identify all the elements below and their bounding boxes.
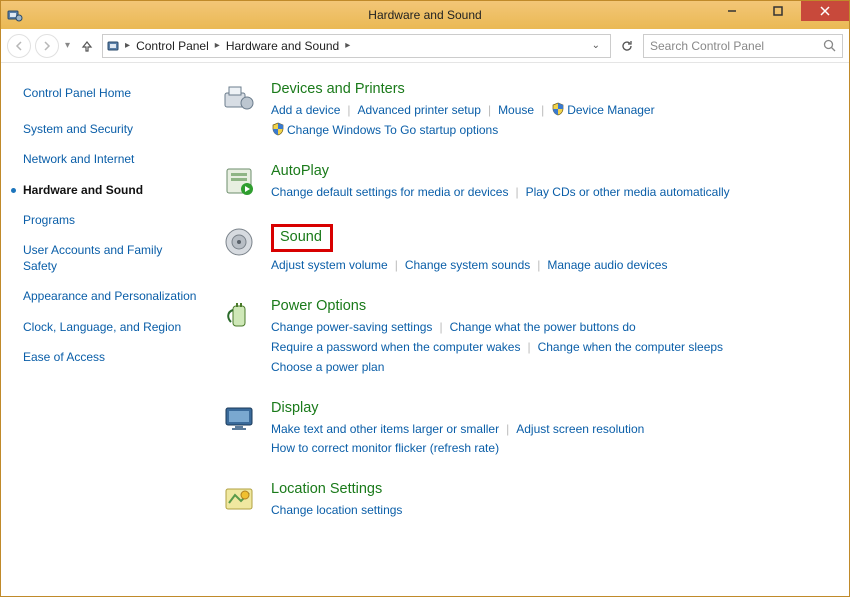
category-icon [221, 400, 257, 436]
task-link[interactable]: Change when the computer sleeps [538, 340, 723, 354]
control-panel-icon [107, 38, 123, 54]
recent-dropdown-icon[interactable]: ▾ [63, 40, 72, 51]
task-link[interactable]: Adjust system volume [271, 258, 388, 272]
category-body: Location Settings Change location setting… [271, 481, 829, 521]
category-links: Make text and other items larger or smal… [271, 420, 829, 460]
category-links: Change location settings [271, 501, 829, 521]
sidebar: Control Panel Home System and Security Ne… [1, 63, 211, 596]
sidebar-item[interactable]: Appearance and Personalization [23, 288, 197, 304]
back-button[interactable] [7, 34, 31, 58]
sidebar-item[interactable]: Ease of Access [23, 349, 197, 365]
control-panel-home-link[interactable]: Control Panel Home [23, 85, 197, 101]
sidebar-item[interactable]: User Accounts and Family Safety [23, 242, 197, 274]
category-body: Power Options Change power-saving setting… [271, 298, 829, 377]
category-title[interactable]: AutoPlay [271, 163, 329, 179]
category-body: Sound Adjust system volume | Change system … [271, 224, 829, 276]
link-divider: | [347, 103, 350, 117]
titlebar: Hardware and Sound [1, 1, 849, 29]
task-link[interactable]: Require a password when the computer wak… [271, 340, 520, 354]
chevron-right-icon[interactable]: ▸ [345, 40, 350, 51]
sidebar-item[interactable]: System and Security [23, 121, 197, 137]
refresh-button[interactable] [615, 34, 639, 58]
link-divider: | [541, 103, 544, 117]
category-links: Change power-saving settings | Change what… [271, 318, 829, 377]
app-icon [7, 7, 23, 23]
category-title[interactable]: Power Options [271, 298, 366, 314]
task-link[interactable]: Choose a power plan [271, 360, 384, 374]
category: Sound Adjust system volume | Change system … [221, 224, 829, 276]
task-link[interactable]: Play CDs or other media automatically [526, 185, 730, 199]
link-divider: | [527, 340, 530, 354]
sidebar-item[interactable]: Clock, Language, and Region [23, 319, 197, 335]
chevron-right-icon[interactable]: ▸ [125, 40, 130, 51]
task-link[interactable]: Change default settings for media or dev… [271, 185, 508, 199]
minimize-button[interactable] [709, 1, 755, 21]
link-divider: | [439, 320, 442, 334]
maximize-button[interactable] [755, 1, 801, 21]
task-link[interactable]: Make text and other items larger or smal… [271, 422, 499, 436]
task-link[interactable]: Change Windows To Go startup options [287, 123, 498, 137]
category-title[interactable]: Display [271, 400, 319, 416]
category-icon [221, 224, 257, 260]
category: AutoPlay Change default settings for medi… [221, 163, 829, 203]
task-link[interactable]: Change what the power buttons do [450, 320, 636, 334]
history-dropdown-icon[interactable]: ⌄ [586, 40, 606, 51]
task-link[interactable]: Device Manager [567, 103, 654, 117]
category-body: AutoPlay Change default settings for medi… [271, 163, 829, 203]
task-link[interactable]: Add a device [271, 103, 340, 117]
content-area: Control Panel Home System and Security Ne… [1, 63, 849, 596]
task-link[interactable]: Mouse [498, 103, 534, 117]
category: Power Options Change power-saving setting… [221, 298, 829, 377]
forward-button[interactable] [35, 34, 59, 58]
search-input[interactable] [650, 39, 817, 53]
navbar: ▾ ▸ Control Panel ▸ Hardware and Sound ▸… [1, 29, 849, 63]
category-icon [221, 163, 257, 199]
task-link[interactable]: Manage audio devices [547, 258, 667, 272]
close-button[interactable] [801, 1, 849, 21]
category: Display Make text and other items larger … [221, 400, 829, 460]
link-divider: | [537, 258, 540, 272]
category-icon [221, 298, 257, 334]
category-title[interactable]: Devices and Printers [271, 81, 405, 97]
sidebar-item[interactable]: Network and Internet [23, 151, 197, 167]
link-divider: | [506, 422, 509, 436]
category: Location Settings Change location setting… [221, 481, 829, 521]
link-divider: | [488, 103, 491, 117]
link-divider: | [395, 258, 398, 272]
category-title[interactable]: Sound [280, 229, 322, 245]
chevron-right-icon[interactable]: ▸ [215, 40, 220, 51]
main-panel: Devices and Printers Add a device | Advance… [211, 63, 849, 596]
window: Hardware and Sound ▾ [0, 0, 850, 597]
breadcrumb-item[interactable]: Hardware and Sound [222, 39, 343, 53]
category-links: Adjust system volume | Change system sound… [271, 256, 829, 276]
breadcrumb-item[interactable]: Control Panel [132, 39, 213, 53]
link-divider: | [515, 185, 518, 199]
search-box[interactable] [643, 34, 843, 58]
breadcrumb[interactable]: ▸ Control Panel ▸ Hardware and Sound ▸ ⌄ [102, 34, 611, 58]
sidebar-item[interactable]: Hardware and Sound [23, 182, 197, 198]
category-links: Change default settings for media or dev… [271, 183, 829, 203]
search-icon[interactable] [823, 39, 836, 52]
category-icon [221, 81, 257, 117]
task-link[interactable]: Adjust screen resolution [516, 422, 644, 436]
uac-shield-icon [551, 102, 565, 116]
uac-shield-icon [271, 122, 285, 136]
task-link[interactable]: Change location settings [271, 503, 402, 517]
category-body: Devices and Printers Add a device | Advance… [271, 81, 829, 141]
category-title[interactable]: Location Settings [271, 481, 382, 497]
category-body: Display Make text and other items larger … [271, 400, 829, 460]
window-controls [709, 1, 849, 21]
task-link[interactable]: How to correct monitor flicker (refresh … [271, 441, 499, 455]
up-button[interactable] [76, 39, 98, 53]
task-link[interactable]: Advanced printer setup [358, 103, 481, 117]
task-link[interactable]: Change power-saving settings [271, 320, 432, 334]
category-links: Add a device | Advanced printer setup | Mous… [271, 101, 829, 141]
highlight-box: Sound [271, 224, 333, 252]
task-link[interactable]: Change system sounds [405, 258, 530, 272]
sidebar-item[interactable]: Programs [23, 212, 197, 228]
category-icon [221, 481, 257, 517]
category: Devices and Printers Add a device | Advance… [221, 81, 829, 141]
